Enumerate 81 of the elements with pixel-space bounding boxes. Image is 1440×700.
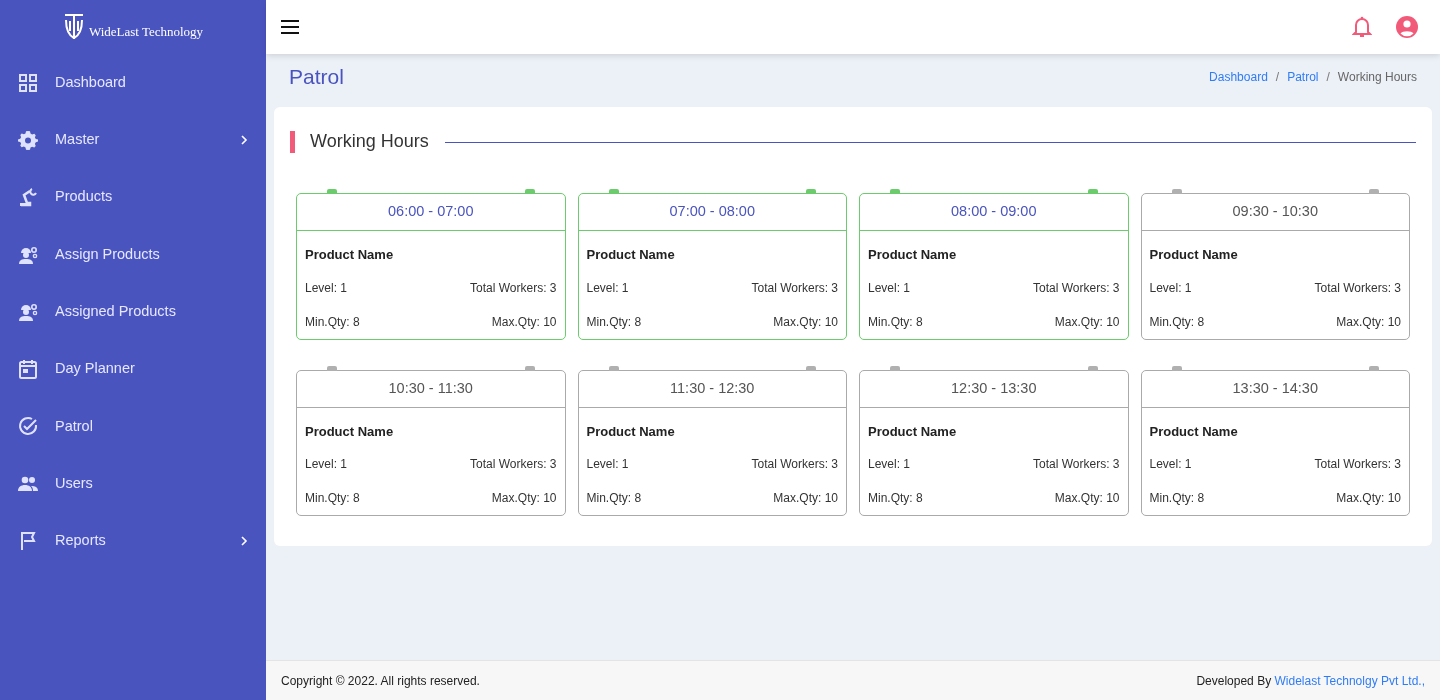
copyright-text: Copyright © 2022. All rights reserved. xyxy=(281,672,480,690)
sidebar-item[interactable]: Assign Products xyxy=(0,225,266,284)
breadcrumb-link[interactable]: Patrol xyxy=(1287,67,1319,86)
product-name: Product Name xyxy=(305,246,395,265)
max-qty-text: Max.Qty: 10 xyxy=(491,490,557,508)
time-range: 10:30 - 11:30 xyxy=(297,370,565,408)
min-qty-text: Min.Qty: 8 xyxy=(305,490,360,508)
level-text: Level: 1 xyxy=(1149,279,1192,297)
accent-bar xyxy=(290,131,295,154)
section-title: Working Hours xyxy=(310,131,429,153)
level-text: Level: 1 xyxy=(305,279,348,297)
time-range: 12:30 - 13:30 xyxy=(860,370,1128,408)
sidebar-item[interactable]: Day Planner xyxy=(0,340,266,398)
time-range: 11:30 - 12:30 xyxy=(578,370,846,408)
breadcrumb-current: Working Hours xyxy=(1337,68,1417,86)
worker-gear-icon xyxy=(18,244,38,265)
workers-text: Total Workers: 3 xyxy=(751,456,838,474)
max-qty-text: Max.Qty: 10 xyxy=(1336,313,1401,331)
sidebar-item[interactable]: Users xyxy=(0,455,266,513)
sidebar-item[interactable]: Patrol xyxy=(0,397,266,456)
workers-text: Total Workers: 3 xyxy=(1033,279,1120,297)
level-text: Level: 1 xyxy=(868,279,911,297)
grid-icon xyxy=(18,72,38,93)
level-text: Level: 1 xyxy=(305,456,348,474)
workers-text: Total Workers: 3 xyxy=(470,279,557,297)
sidebar-item[interactable]: Master xyxy=(0,111,266,169)
time-range: 13:30 - 14:30 xyxy=(1141,370,1409,408)
page-title: Patrol xyxy=(289,64,344,90)
sidebar-item[interactable]: Reports xyxy=(0,512,266,570)
logo-text: WideLast Technology xyxy=(88,23,204,42)
bell-icon[interactable] xyxy=(1352,16,1372,38)
workers-text: Total Workers: 3 xyxy=(751,279,838,297)
time-range: 09:30 - 10:30 xyxy=(1141,194,1409,232)
product-name: Product Name xyxy=(1149,422,1239,441)
workers-text: Total Workers: 3 xyxy=(1033,456,1120,474)
time-range: 06:00 - 07:00 xyxy=(297,194,565,232)
max-qty-text: Max.Qty: 10 xyxy=(773,490,838,508)
min-qty-text: Min.Qty: 8 xyxy=(868,313,923,331)
calendar-icon xyxy=(18,359,38,380)
logo-icon xyxy=(62,12,85,42)
time-range: 07:00 - 08:00 xyxy=(578,194,846,232)
developer-credit: Developed By Widelast Technolgy Pvt Ltd., xyxy=(1196,672,1425,690)
max-qty-text: Max.Qty: 10 xyxy=(773,313,838,331)
worker-gear-icon xyxy=(18,301,38,322)
user-account-icon[interactable] xyxy=(1396,16,1418,38)
min-qty-text: Min.Qty: 8 xyxy=(586,313,642,331)
min-qty-text: Min.Qty: 8 xyxy=(868,490,923,508)
level-text: Level: 1 xyxy=(586,456,629,474)
max-qty-text: Max.Qty: 10 xyxy=(1054,490,1120,508)
time-range: 08:00 - 09:00 xyxy=(860,194,1128,232)
min-qty-text: Min.Qty: 8 xyxy=(586,490,642,508)
workers-text: Total Workers: 3 xyxy=(1314,279,1401,297)
level-text: Level: 1 xyxy=(1149,456,1192,474)
min-qty-text: Min.Qty: 8 xyxy=(1149,313,1205,331)
check-circle-icon xyxy=(18,416,38,437)
workers-text: Total Workers: 3 xyxy=(1314,456,1401,474)
level-text: Level: 1 xyxy=(586,279,629,297)
menu-icon[interactable] xyxy=(280,19,300,35)
developer-link[interactable]: Widelast Technolgy Pvt Ltd., xyxy=(1274,673,1425,688)
product-name: Product Name xyxy=(305,422,395,441)
product-name: Product Name xyxy=(1149,246,1239,265)
product-name: Product Name xyxy=(586,422,676,441)
max-qty-text: Max.Qty: 10 xyxy=(1054,313,1120,331)
product-name: Product Name xyxy=(868,422,958,441)
sidebar-item[interactable]: Products xyxy=(0,168,266,226)
max-qty-text: Max.Qty: 10 xyxy=(491,313,557,331)
breadcrumb-separator: / xyxy=(1326,68,1330,86)
breadcrumb-link[interactable]: Dashboard xyxy=(1209,67,1268,86)
gear-icon xyxy=(18,129,38,150)
workers-text: Total Workers: 3 xyxy=(470,456,557,474)
flag-icon xyxy=(18,531,38,551)
breadcrumb-separator: / xyxy=(1275,68,1280,86)
product-name: Product Name xyxy=(868,246,958,265)
product-name: Product Name xyxy=(586,246,676,265)
sidebar-item[interactable]: Dashboard xyxy=(0,54,266,112)
min-qty-text: Min.Qty: 8 xyxy=(305,313,360,331)
level-text: Level: 1 xyxy=(868,456,911,474)
sidebar-item[interactable]: Assigned Products xyxy=(0,283,266,341)
robot-arm-icon xyxy=(18,187,38,208)
max-qty-text: Max.Qty: 10 xyxy=(1336,490,1401,508)
min-qty-text: Min.Qty: 8 xyxy=(1149,490,1205,508)
